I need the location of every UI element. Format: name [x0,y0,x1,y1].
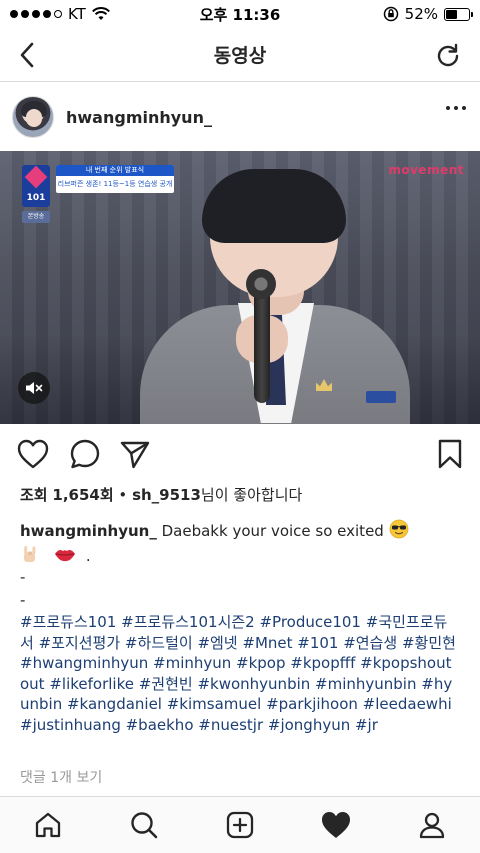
more-dots-icon [446,106,450,110]
refresh-button[interactable] [432,39,464,71]
caption-username[interactable]: hwangminhyun_ [20,522,157,540]
mute-button[interactable] [18,372,50,404]
heart-filled-icon [322,812,350,838]
show-logo-text: 101 [26,193,46,203]
caption-emoji-line: . [20,544,460,567]
bookmark-icon [438,439,462,469]
tab-search[interactable] [126,807,162,843]
page-title: 동영상 [213,45,267,67]
refresh-icon [437,43,459,67]
share-button[interactable] [117,436,153,472]
kiss-lips-emoji-icon [55,549,76,561]
show-logo: 101 [22,165,50,207]
sunglasses-emoji-icon [389,519,408,539]
wifi-icon [91,7,110,20]
battery-icon [444,7,473,21]
broadcast-tag: 본방송 [22,211,50,223]
post-actions [0,436,480,476]
caption-emoji-line-end: . [85,546,91,565]
battery-level [446,9,458,19]
status-bar: KT 오후 11:36 52% [0,0,480,28]
post-header: hwangminhyun_ [0,92,480,142]
caption-text: Daebakk your voice so exited [161,522,384,540]
carrier-label: KT [68,5,86,23]
search-icon [131,812,158,839]
status-right: 52% [383,5,473,23]
likes-suffix: 님이 좋아합니다 [200,486,303,504]
status-left: KT [10,5,110,23]
back-button[interactable] [12,40,42,70]
video-player[interactable]: 101 내 번째 순위 발표식 리브퍼즌 생존! 11등~1등 연습생 공개 본… [0,151,480,424]
like-button[interactable] [15,436,51,472]
tab-profile[interactable] [414,807,450,843]
tab-home[interactable] [30,807,66,843]
bottom-tab-bar [0,796,480,853]
caption-dash-2: - [20,590,26,609]
save-button[interactable] [432,436,468,472]
send-icon [120,441,150,469]
view-comments-link[interactable]: 댓글 1개 보기 [20,767,102,787]
likes-separator: • [118,486,128,504]
post-caption: hwangminhyun_ Daebakk your voice so exit… [20,519,460,735]
speaker-muted-icon [26,382,43,394]
views-label: 조회 [20,486,48,504]
battery-percent: 52% [404,5,438,23]
profile-icon [419,812,445,839]
more-options-button[interactable] [446,106,466,110]
home-icon [35,812,61,838]
comment-button[interactable] [67,436,103,472]
rotation-lock-icon [383,6,398,22]
liker-username[interactable]: sh_9513 [132,486,201,504]
signal-strength-icon [10,10,62,18]
tab-new-post[interactable] [222,807,258,843]
views-count[interactable]: 1,654회 [52,486,113,504]
add-post-icon [226,811,254,839]
heart-outline-icon [17,439,49,469]
post-username[interactable]: hwangminhyun_ [66,108,212,127]
nav-bar: 동영상 [0,28,480,82]
comment-icon [70,439,100,469]
tab-activity[interactable] [318,807,354,843]
caption-hashtags[interactable]: #프로듀스101 #프로듀스101시즌2 #Produce101 #국민프로듀서… [20,612,460,735]
avatar[interactable] [12,96,54,138]
video-subject [140,165,410,424]
chevron-left-icon [20,42,34,68]
caption-dash-1: - [20,568,26,586]
likes-summary: 조회 1,654회 • sh_9513님이 좋아합니다 [20,484,302,505]
clock: 오후 11:36 [199,5,281,24]
rock-hand-emoji-icon [24,545,36,562]
caption-first-line: hwangminhyun_ Daebakk your voice so exit… [20,519,460,542]
